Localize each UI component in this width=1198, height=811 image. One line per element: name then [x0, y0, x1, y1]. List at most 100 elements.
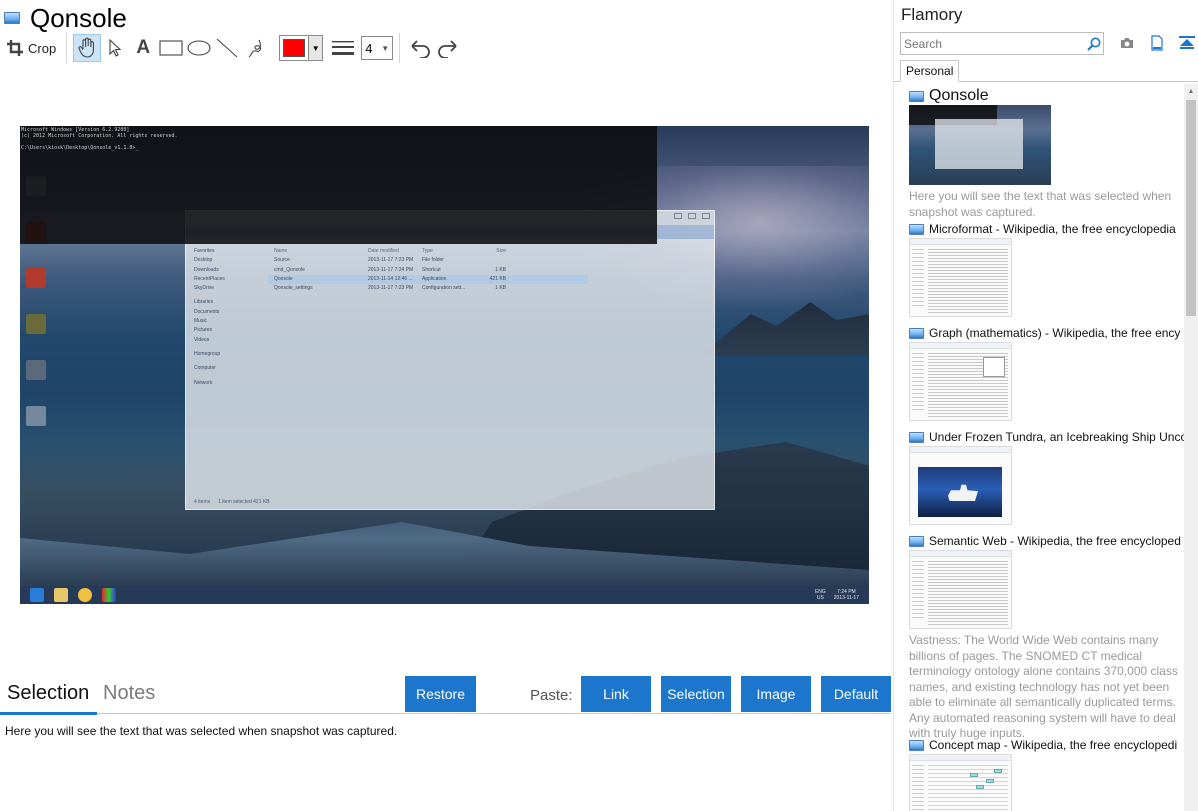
text-tool-button[interactable]: A	[129, 34, 157, 62]
list-item[interactable]: Concept map - Wikipedia, the free encycl…	[909, 737, 1184, 811]
freehand-tool-button[interactable]	[241, 34, 269, 62]
snapshot-thumbnail	[909, 238, 1012, 317]
desktop-icon	[26, 268, 46, 288]
column-header: Type	[422, 248, 433, 254]
thumbnail-image	[909, 105, 1051, 185]
search-icon[interactable]	[1085, 35, 1103, 53]
list-item-description: Here you will see the text that was sele…	[909, 189, 1172, 219]
redo-button[interactable]	[434, 34, 462, 62]
nav-item: Pictures	[194, 327, 213, 334]
column-header: Date modified	[368, 248, 399, 254]
search-input[interactable]	[901, 36, 1081, 51]
explorer-nav: Favorites Desktop Downloads RecentPlaces…	[194, 247, 264, 388]
active-tab-indicator	[0, 712, 97, 715]
snapshot-canvas[interactable]: Favorites Desktop Downloads RecentPlaces…	[20, 126, 869, 604]
snapshot-thumbnail	[909, 754, 1012, 811]
bottom-tabs: Selection Notes Restore Paste: Link Sele…	[0, 676, 893, 715]
file-size: 1 KB	[495, 285, 506, 292]
line-width-value: 4	[365, 40, 373, 56]
sidebar-scrollbar[interactable]: ▲	[1184, 84, 1198, 811]
sidebar-actions	[1118, 33, 1196, 53]
item-title-text: Graph (mathematics) - Wikipedia, the fre…	[929, 326, 1181, 340]
crop-icon	[7, 40, 23, 56]
line-tool-button[interactable]	[213, 34, 241, 62]
snapshot-list: Qonsole Here you will see the text that …	[894, 84, 1184, 811]
scrollbar-thumb[interactable]	[1186, 100, 1196, 316]
paste-selection-button[interactable]: Selection	[661, 676, 731, 712]
camera-icon[interactable]	[1118, 33, 1136, 53]
nav-item: RecentPlaces	[194, 275, 225, 282]
table-row: cmd_Qonsole 2013-11-17 7:24 PM Shortcut …	[268, 266, 588, 275]
list-item-title: Qonsole	[909, 88, 1184, 104]
toolbar-separator	[66, 33, 68, 63]
file-size	[476, 256, 506, 265]
toolbar-separator	[399, 33, 401, 63]
crop-label: Crop	[28, 40, 57, 56]
window-icon	[909, 535, 924, 547]
paste-label: Paste:	[530, 687, 573, 704]
undo-button[interactable]	[406, 34, 434, 62]
nav-item: Documents	[194, 308, 220, 315]
file-date: 2013-11-17 7:23 PM	[368, 257, 414, 264]
status-selected: 1 item selected 421 KB	[218, 499, 270, 505]
nav-item: Favorites	[194, 248, 215, 254]
scroll-up-icon[interactable]: ▲	[1184, 84, 1198, 98]
paste-link-button[interactable]: Link	[581, 676, 651, 712]
text-tool-label: A	[136, 37, 151, 58]
hand-icon	[78, 37, 95, 58]
paste-default-button[interactable]: Default	[821, 676, 891, 712]
tray-region: US	[816, 595, 824, 601]
item-title-text: Under Frozen Tundra, an Icebreaking Ship…	[929, 430, 1184, 444]
console-overlay: Microsoft Windows [Version 6.2.9200] (c)…	[20, 126, 657, 244]
qonsole-icon	[78, 588, 92, 602]
color-picker[interactable]: ▼	[279, 35, 324, 61]
tab-personal[interactable]: Personal	[900, 60, 960, 82]
file-name: Qonsole_settings	[274, 285, 313, 292]
nav-item: Network	[194, 379, 213, 386]
title-row: Qonsole	[4, 4, 127, 32]
nav-item: SkyDrive	[194, 285, 215, 292]
desktop-icon	[26, 360, 46, 380]
column-header: Size	[496, 248, 506, 254]
hand-tool-button[interactable]	[73, 34, 102, 62]
list-item-title: Under Frozen Tundra, an Icebreaking Ship…	[909, 429, 1184, 445]
selection-text[interactable]: Here you will see the text that was sele…	[5, 724, 397, 738]
window-icon	[909, 327, 924, 339]
tab-notes[interactable]: Notes	[103, 682, 155, 705]
page-icon[interactable]	[1148, 33, 1166, 53]
item-title-text: Concept map - Wikipedia, the free encycl…	[929, 738, 1178, 752]
file-name: Qonsole	[274, 275, 293, 282]
line-width-select[interactable]: 4 ▼	[361, 36, 394, 60]
line-width-icon	[329, 34, 357, 62]
internet-explorer-icon	[30, 588, 44, 602]
tray-language: ENG US	[815, 589, 826, 601]
desktop-icon	[26, 406, 46, 426]
list-item[interactable]: Qonsole Here you will see the text that …	[909, 88, 1184, 220]
pointer-tool-button[interactable]	[101, 34, 129, 62]
collapse-top-icon[interactable]	[1178, 33, 1196, 53]
list-item[interactable]: Semantic Web - Wikipedia, the free encyc…	[909, 533, 1184, 742]
crop-button[interactable]: Crop	[6, 34, 60, 62]
list-item[interactable]: Microformat - Wikipedia, the free encycl…	[909, 221, 1184, 317]
list-item-title: Graph (mathematics) - Wikipedia, the fre…	[909, 325, 1184, 341]
snapshot-thumbnail	[909, 105, 1051, 185]
file-type: Configuration sett...	[422, 285, 466, 292]
list-item-title: Concept map - Wikipedia, the free encycl…	[909, 737, 1184, 753]
list-item[interactable]: Under Frozen Tundra, an Icebreaking Ship…	[909, 429, 1184, 525]
paste-image-button[interactable]: Image	[741, 676, 811, 712]
pointer-icon	[109, 38, 122, 57]
window-icon	[4, 12, 20, 24]
redo-icon	[438, 40, 457, 58]
rectangle-tool-button[interactable]	[157, 34, 185, 62]
nav-item: Libraries	[194, 299, 214, 306]
taskbar: ENG US 7:24 PM 2013-11-17	[20, 586, 869, 604]
ellipse-tool-button[interactable]	[185, 34, 213, 62]
tab-selection[interactable]: Selection	[7, 682, 89, 705]
nav-item: Desktop	[194, 257, 213, 264]
chevron-down-icon: ▼	[308, 36, 323, 60]
ellipse-icon	[187, 40, 211, 56]
minimize-icon	[674, 213, 682, 219]
restore-button[interactable]: Restore	[405, 676, 476, 712]
editor-pane: Qonsole Crop A ▼ 4 ▼ Favorites Desktop D…	[0, 0, 893, 811]
list-item[interactable]: Graph (mathematics) - Wikipedia, the fre…	[909, 325, 1184, 421]
